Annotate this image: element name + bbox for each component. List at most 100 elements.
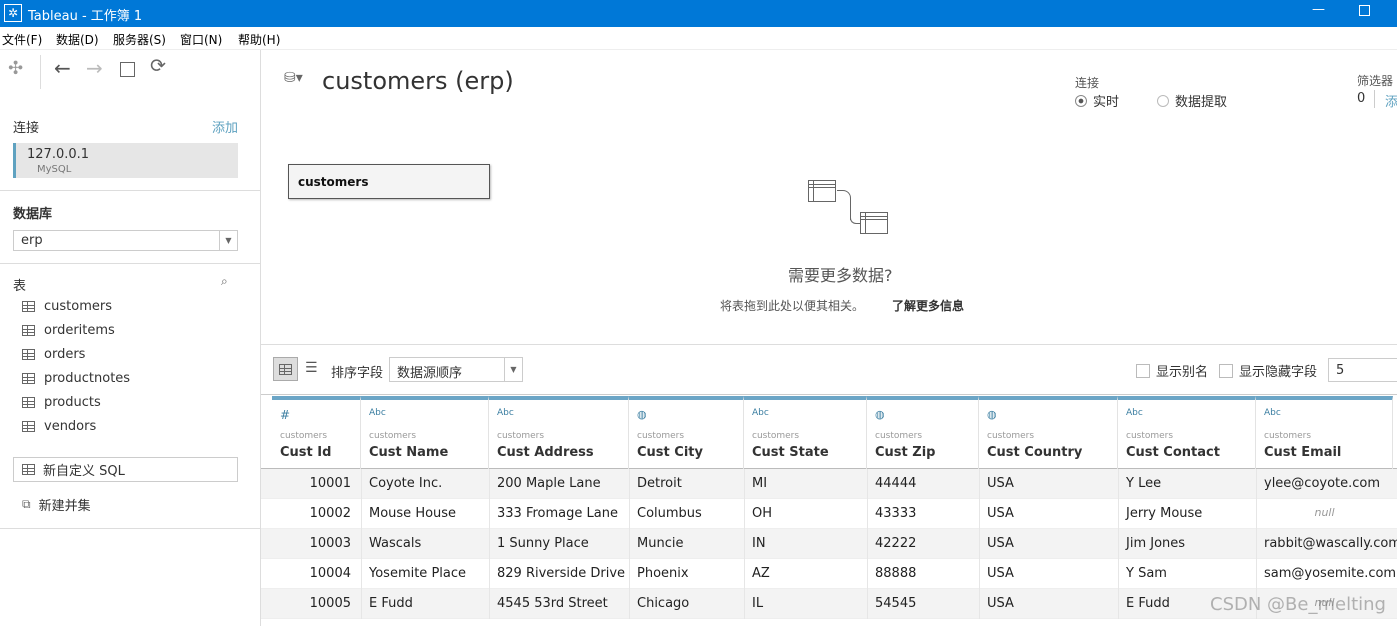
search-icon[interactable]: ⌕	[221, 274, 228, 289]
connection-item[interactable]: 127.0.0.1 MySQL	[13, 143, 238, 178]
column-source: customers	[987, 431, 1035, 441]
sidebar: ✣ ← → ⟳ 连接 添加 127.0.0.1 MySQL 数据库 erp ▼ …	[0, 50, 261, 626]
tableau-logo-icon: ✲	[4, 4, 22, 22]
column-source: customers	[369, 431, 417, 441]
maximize-button[interactable]	[1359, 5, 1370, 16]
custom-sql-label: 新自定义 SQL	[43, 464, 125, 479]
refresh-icon[interactable]: ⟳	[150, 55, 166, 77]
database-label: 数据库	[13, 207, 53, 222]
table-cell: Jim Jones	[1126, 536, 1186, 551]
table-name: orderitems	[44, 323, 115, 338]
table-item-orderitems[interactable]: orderitems	[22, 323, 115, 338]
show-alias-label: 显示别名	[1156, 365, 1209, 380]
datasource-title[interactable]: customers (erp)	[322, 67, 514, 95]
column-header[interactable]: ◍ customers Cust City	[629, 396, 744, 469]
need-more-data-heading: 需要更多数据?	[788, 266, 893, 285]
custom-sql-item[interactable]: 新自定义 SQL	[13, 457, 238, 482]
column-header[interactable]: ◍ customers Cust Country	[979, 396, 1118, 469]
table-item-vendors[interactable]: vendors	[22, 419, 96, 434]
table-cell: Jerry Mouse	[1126, 506, 1203, 521]
table-cell: 10004	[309, 566, 351, 581]
table-item-products[interactable]: products	[22, 395, 101, 410]
rows-count-input[interactable]: 5	[1328, 358, 1397, 382]
add-connection-link[interactable]: 添加	[212, 117, 238, 136]
column-name: Cust Name	[369, 445, 449, 460]
column-source: customers	[637, 431, 685, 441]
sql-icon	[22, 464, 35, 475]
table-icon	[22, 349, 35, 360]
table-cell: 200 Maple Lane	[497, 476, 601, 491]
table-icon	[22, 397, 35, 408]
watermark: CSDN @Be_melting	[1210, 594, 1386, 615]
database-value: erp	[21, 233, 43, 248]
table-cell: rabbit@wascally.com	[1264, 536, 1397, 551]
rows-count-value: 5	[1336, 363, 1345, 378]
list-view-icon[interactable]: ☰	[305, 360, 318, 376]
column-header[interactable]: Abc customers Cust Email	[1256, 396, 1393, 469]
table-row: 10003 Wascals 1 Sunny Place Muncie IN 42222 US…	[261, 529, 1397, 559]
table-cell: IN	[752, 536, 766, 551]
show-hidden-checkbox[interactable]: 显示隐藏字段	[1219, 361, 1317, 380]
column-name: Cust Address	[497, 445, 594, 460]
checkbox-icon	[1219, 363, 1233, 378]
menu-bar: 文件(F) 数据(D) 服务器(S) 窗口(N) 帮助(H)	[0, 27, 1397, 50]
minimize-button[interactable]: —	[1312, 2, 1325, 17]
table-cell: Columbus	[637, 506, 702, 521]
column-header[interactable]: Abc customers Cust Address	[489, 396, 629, 469]
sort-label: 排序字段	[331, 366, 384, 381]
table-cell: 88888	[875, 566, 917, 581]
table-item-customers[interactable]: customers	[22, 299, 112, 314]
menu-server[interactable]: 服务器(S)	[113, 31, 166, 48]
menu-data[interactable]: 数据(D)	[56, 31, 99, 48]
title-bar: ✲ Tableau - 工作簿 1 —	[0, 0, 1397, 27]
table-cell: null	[1314, 506, 1335, 519]
column-name: Cust Email	[1264, 445, 1342, 460]
table-cell: Y Lee	[1126, 476, 1162, 491]
back-icon[interactable]: ←	[54, 56, 71, 80]
extract-radio[interactable]: 数据提取	[1157, 91, 1227, 110]
add-filter-link[interactable]: 添	[1385, 91, 1397, 110]
column-header[interactable]: Abc customers Cust Name	[361, 396, 489, 469]
table-cell: E Fudd	[369, 596, 413, 611]
table-icon	[22, 325, 35, 336]
save-icon[interactable]	[120, 62, 135, 77]
learn-more-link[interactable]: 了解更多信息	[892, 297, 964, 314]
column-source: customers	[752, 431, 800, 441]
table-name: products	[44, 395, 101, 410]
table-cell: Coyote Inc.	[369, 476, 443, 491]
new-union-item[interactable]: ⧉ 新建并集	[22, 495, 91, 514]
column-name: Cust Contact	[1126, 445, 1220, 460]
live-radio[interactable]: 实时	[1075, 91, 1119, 110]
datasource-icon[interactable]: ⛁▾	[284, 70, 303, 86]
forward-icon[interactable]: →	[86, 56, 103, 80]
table-cell: Wascals	[369, 536, 422, 551]
column-name: Cust State	[752, 445, 829, 460]
connection-host: 127.0.0.1	[27, 147, 90, 162]
table-item-productnotes[interactable]: productnotes	[22, 371, 130, 386]
column-header[interactable]: ◍ customers Cust Zip	[867, 396, 979, 469]
start-page-icon[interactable]: ✣	[8, 58, 23, 79]
string-type-icon: Abc	[369, 408, 386, 418]
show-alias-checkbox[interactable]: 显示别名	[1136, 361, 1208, 380]
column-header[interactable]: # customers Cust Id	[272, 396, 361, 469]
table-name: productnotes	[44, 371, 131, 386]
number-type-icon: #	[280, 408, 291, 422]
column-header[interactable]: Abc customers Cust Contact	[1118, 396, 1256, 469]
menu-help[interactable]: 帮助(H)	[238, 31, 280, 48]
column-name: Cust Id	[280, 445, 332, 460]
table-item-orders[interactable]: orders	[22, 347, 85, 362]
column-source: customers	[497, 431, 545, 441]
menu-file[interactable]: 文件(F)	[2, 31, 42, 48]
database-select[interactable]: erp ▼	[13, 230, 238, 251]
grid-view-icon[interactable]	[273, 357, 298, 381]
column-source: customers	[280, 431, 328, 441]
table-cell: ylee@coyote.com	[1264, 476, 1381, 491]
sort-select[interactable]: 数据源顺序 ▼	[389, 357, 523, 382]
table-cell: USA	[987, 536, 1014, 551]
column-name: Cust Zip	[875, 445, 936, 460]
window-title: Tableau - 工作簿 1	[28, 9, 143, 24]
checkbox-icon	[1136, 363, 1150, 378]
column-header[interactable]: Abc customers Cust State	[744, 396, 867, 469]
table-chip-customers[interactable]: customers	[288, 164, 490, 199]
menu-window[interactable]: 窗口(N)	[180, 31, 222, 48]
